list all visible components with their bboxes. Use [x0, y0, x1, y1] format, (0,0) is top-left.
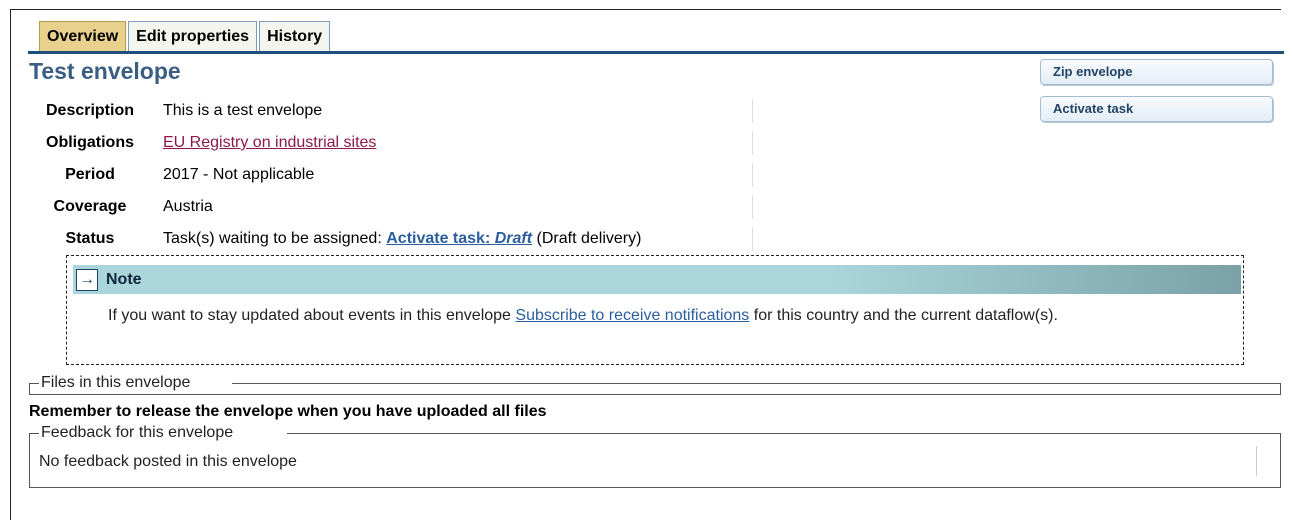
tab-bar: Overview Edit properties History: [39, 21, 331, 51]
release-reminder: Remember to release the envelope when yo…: [29, 403, 547, 420]
coverage-value: Austria: [163, 198, 213, 215]
property-status: Status Task(s) waiting to be assigned: A…: [29, 223, 753, 255]
subscribe-link[interactable]: Subscribe to receive notifications: [515, 307, 749, 324]
zip-envelope-button[interactable]: Zip envelope: [1040, 59, 1273, 85]
feedback-divider: [1256, 446, 1257, 476]
status-prefix: Task(s) waiting to be assigned:: [163, 230, 382, 247]
envelope-properties: Description This is a test envelope Obli…: [29, 95, 753, 255]
property-obligations: Obligations EU Registry on industrial si…: [29, 127, 753, 159]
feedback-legend-line: [287, 433, 1281, 434]
activate-task-link[interactable]: Activate task: Draft: [386, 230, 532, 247]
activate-task-link-prefix: Activate task:: [386, 230, 491, 247]
coverage-label: Coverage: [53, 198, 127, 215]
tab-underline: [28, 51, 1284, 54]
activate-task-button[interactable]: Activate task: [1040, 96, 1273, 122]
obligations-label: Obligations: [46, 134, 134, 151]
no-feedback-text: No feedback posted in this envelope: [39, 453, 297, 470]
files-legend: Files in this envelope: [39, 374, 193, 392]
note-title: Note: [106, 270, 142, 288]
note-box: → Note If you want to stay updated about…: [66, 255, 1244, 365]
description-value: This is a test envelope: [163, 102, 323, 119]
note-text: If you want to stay updated about events…: [108, 306, 1228, 326]
tab-overview[interactable]: Overview: [39, 21, 127, 51]
note-text-after: for this country and the current dataflo…: [753, 307, 1058, 324]
feedback-legend: Feedback for this envelope: [39, 424, 236, 442]
status-suffix: (Draft delivery): [536, 230, 642, 247]
property-coverage: Coverage Austria: [29, 191, 753, 223]
note-header: → Note: [73, 265, 1241, 294]
activate-task-link-draft: Draft: [494, 230, 533, 247]
note-text-before: If you want to stay updated about events…: [108, 307, 511, 324]
property-description: Description This is a test envelope: [29, 95, 753, 127]
page-title: Test envelope: [29, 58, 181, 84]
period-label: Period: [65, 166, 115, 183]
files-fieldset: [29, 383, 1281, 395]
arrow-right-icon[interactable]: →: [76, 268, 98, 291]
files-legend-line: [232, 383, 1281, 384]
feedback-legend-line: [29, 433, 39, 434]
status-label: Status: [65, 230, 115, 247]
tab-history[interactable]: History: [259, 21, 331, 51]
period-value: 2017 - Not applicable: [163, 166, 315, 183]
status-value: Task(s) waiting to be assigned: Activate…: [151, 230, 641, 248]
files-legend-line: [29, 383, 39, 384]
tab-edit-properties[interactable]: Edit properties: [128, 21, 258, 51]
property-period: Period 2017 - Not applicable: [29, 159, 753, 191]
description-label: Description: [45, 102, 134, 119]
obligation-link[interactable]: EU Registry on industrial sites: [163, 134, 376, 151]
